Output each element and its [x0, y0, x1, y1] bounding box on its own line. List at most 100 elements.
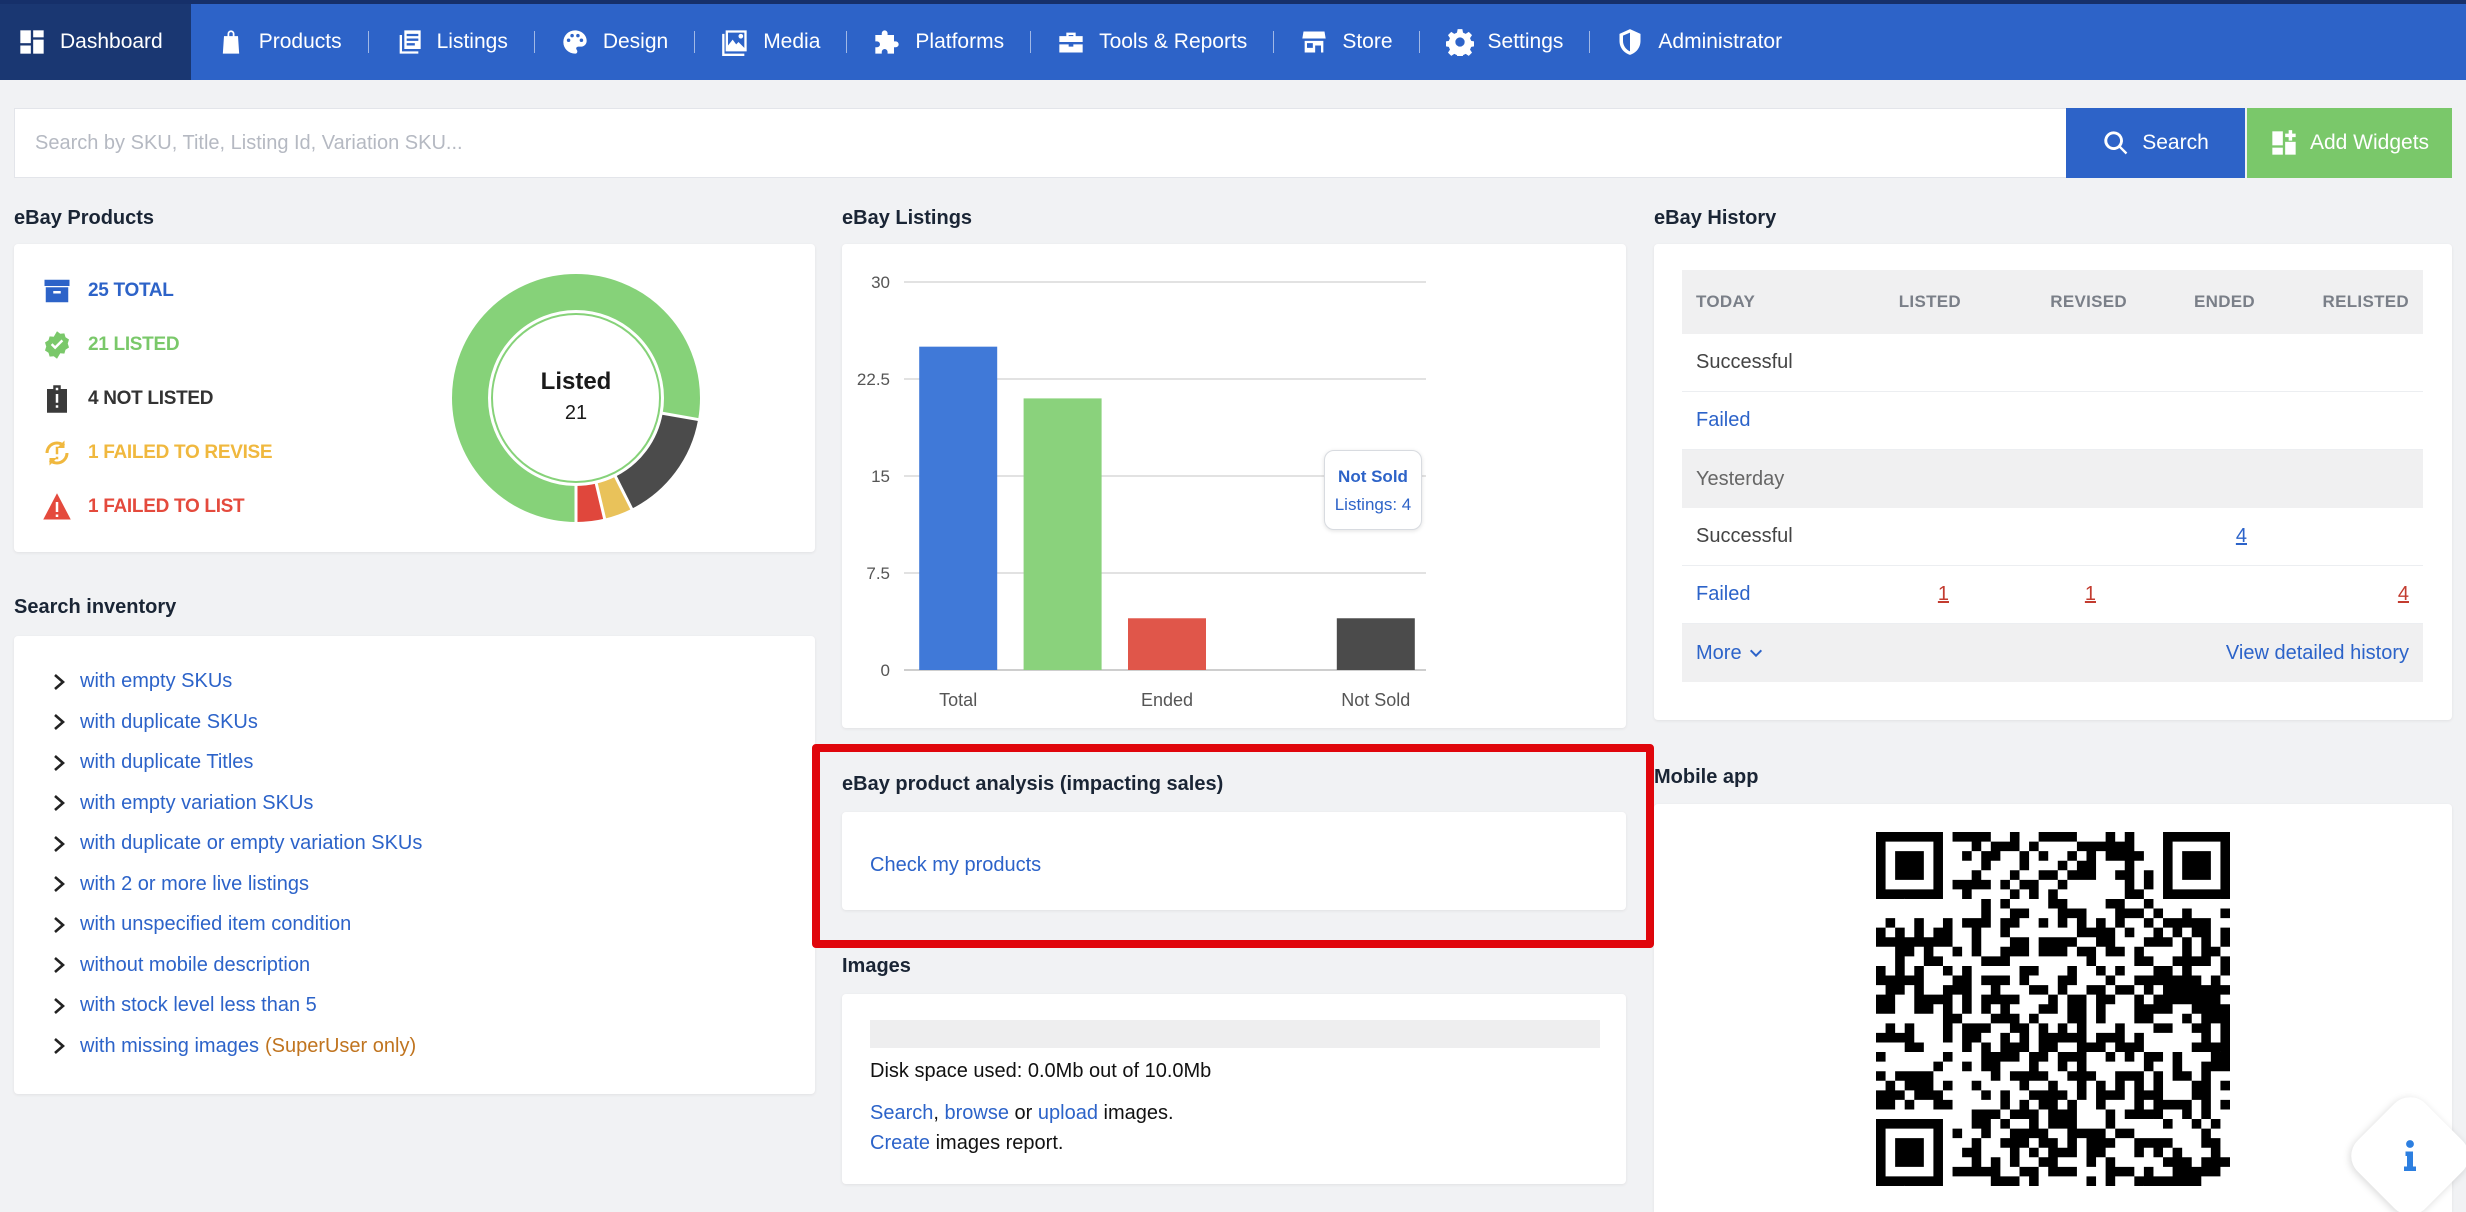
successful-ended-count-link[interactable]: 4: [2236, 525, 2247, 548]
images-search-link[interactable]: Search: [870, 1102, 933, 1124]
nav-settings[interactable]: Settings: [1420, 4, 1590, 80]
top-navigation: Dashboard Products Listings Design Media…: [0, 0, 2466, 80]
chevron-right-icon: [54, 795, 65, 811]
x-tick-label: Total: [939, 690, 977, 710]
nav-label: Products: [258, 30, 342, 53]
tooltip-title: Not Sold: [1338, 467, 1408, 486]
nav-label: Platforms: [915, 30, 1005, 53]
products-failed-list[interactable]: 1 FAILED TO LIST: [42, 492, 245, 522]
nav-administrator[interactable]: Administrator: [1590, 4, 1808, 80]
add-widgets-label: Add Widgets: [2309, 131, 2430, 154]
or-text: or: [1014, 1102, 1033, 1124]
ebay-products-card: 25 TOTAL 21 LISTED 4 NOT LISTED 1 FAILED…: [14, 244, 815, 552]
row-label-failed-link[interactable]: Failed: [1696, 583, 1750, 606]
donut-center-value: 21: [564, 402, 588, 424]
inventory-item[interactable]: with 2 or more live listings: [52, 873, 309, 896]
inventory-item[interactable]: with duplicate Titles: [52, 751, 253, 774]
inventory-item[interactable]: with unspecified item condition: [52, 913, 351, 936]
nav-tools-reports[interactable]: Tools & Reports: [1031, 4, 1273, 80]
y-tick-label: 30: [871, 273, 890, 292]
create-report-link[interactable]: Create: [870, 1132, 930, 1154]
y-tick-label: 22.5: [857, 370, 890, 389]
qr-modules: [1876, 832, 2230, 1186]
products-listed-label: 21 LISTED: [88, 334, 180, 355]
donut-inner-ring: [491, 313, 661, 483]
failed-revised-count-link[interactable]: 1: [2085, 583, 2096, 606]
failed-relisted-count-link[interactable]: 4: [2398, 583, 2409, 606]
nav-platforms[interactable]: Platforms: [847, 4, 1030, 80]
inventory-item[interactable]: with stock level less than 5: [52, 994, 317, 1017]
ebay-history-card: TODAY LISTED REVISED ENDED RELISTED Succ…: [1654, 244, 2452, 720]
nav-label: Administrator: [1658, 30, 1783, 53]
inventory-item-link[interactable]: with 2 or more live listings: [80, 873, 309, 896]
inventory-item-link[interactable]: with empty variation SKUs: [80, 792, 313, 815]
x-tick-label: Ended: [1141, 690, 1193, 710]
nav-label: Dashboard: [60, 30, 163, 53]
search-icon: [2104, 131, 2128, 155]
products-failed-revise[interactable]: 1 FAILED TO REVISE: [42, 438, 273, 468]
products-total[interactable]: 25 TOTAL: [42, 276, 174, 306]
images-report-line: Create images report.: [870, 1132, 1063, 1155]
history-more-button[interactable]: More: [1696, 642, 1764, 665]
nav-products[interactable]: Products: [191, 4, 368, 80]
inventory-item-link[interactable]: with duplicate Titles: [80, 751, 253, 774]
history-row-today-failed: Failed: [1682, 392, 2423, 450]
images-card: Disk space used: 0.0Mb out of 10.0Mb Sea…: [842, 994, 1626, 1184]
listings-icon: [399, 30, 421, 54]
view-detailed-history-link[interactable]: View detailed history: [2226, 642, 2409, 665]
nav-media[interactable]: Media: [695, 4, 846, 80]
nav-label: Design: [602, 30, 669, 53]
bar-listed: [1023, 398, 1102, 670]
products-not-listed[interactable]: 4 NOT LISTED: [42, 384, 214, 414]
history-row-yesterday: Yesterday: [1682, 450, 2423, 508]
nav-design[interactable]: Design: [535, 4, 694, 80]
inventory-item-link[interactable]: with empty SKUs: [80, 670, 232, 693]
nav-label: Media: [763, 30, 821, 53]
products-not-listed-label: 4 NOT LISTED: [88, 388, 214, 409]
row-label-yesterday: Yesterday: [1696, 467, 1785, 490]
nav-dashboard[interactable]: Dashboard: [0, 4, 191, 80]
search-bar: [14, 108, 2067, 178]
inventory-item[interactable]: with empty SKUs: [52, 670, 232, 693]
inventory-item-link[interactable]: without mobile description: [80, 954, 310, 977]
images-upload-link[interactable]: upload: [1038, 1102, 1098, 1124]
ebay-listings-title: eBay Listings: [842, 207, 973, 229]
inventory-item[interactable]: with duplicate or empty variation SKUs: [52, 832, 422, 855]
toolbox-icon: [1059, 32, 1083, 53]
nav-store[interactable]: Store: [1274, 4, 1418, 80]
tooltip-text: Listings: 4: [1334, 495, 1412, 514]
row-label-failed-link[interactable]: Failed: [1696, 409, 1750, 432]
chevron-right-icon: [54, 997, 65, 1014]
shield-icon: [1619, 29, 1641, 55]
inventory-item[interactable]: with duplicate SKUs: [52, 711, 258, 734]
search-button[interactable]: Search: [2066, 108, 2245, 178]
chevron-right-icon: [54, 1038, 65, 1054]
search-inventory-card: with empty SKUs with duplicate SKUs with d…: [14, 636, 815, 1094]
inventory-item[interactable]: with empty variation SKUs: [52, 792, 313, 815]
products-failed-revise-label: 1 FAILED TO REVISE: [88, 442, 273, 463]
inventory-item-link[interactable]: with missing images: [80, 1035, 259, 1058]
nav-listings[interactable]: Listings: [369, 4, 534, 80]
refresh-alert-icon: [45, 440, 69, 466]
history-row-yesterday-failed: Failed 1 1 4: [1682, 566, 2423, 624]
qr-code-icon[interactable]: [1876, 832, 2230, 1186]
inventory-item[interactable]: without mobile description: [52, 954, 310, 977]
inventory-item-link[interactable]: with unspecified item condition: [80, 913, 351, 936]
inventory-item[interactable]: with missing images (SuperUser only): [52, 1035, 416, 1058]
bar-total: [919, 346, 998, 670]
bar-not-sold: [1336, 618, 1415, 670]
inventory-item-link[interactable]: with stock level less than 5: [80, 994, 317, 1017]
mobile-app-card: [1654, 804, 2452, 1212]
add-widgets-button[interactable]: Add Widgets: [2247, 108, 2452, 178]
widgets-icon: [2272, 130, 2296, 155]
images-browse-link[interactable]: browse: [945, 1102, 1009, 1124]
nav-label: Store: [1342, 30, 1393, 53]
inventory-item-link[interactable]: with duplicate SKUs: [80, 711, 258, 734]
comma-text: ,: [933, 1102, 939, 1124]
inventory-item-link[interactable]: with duplicate or empty variation SKUs: [80, 832, 422, 855]
header-listed: LISTED: [1898, 292, 1961, 311]
search-input[interactable]: [15, 109, 2067, 177]
disk-usage-bar: [870, 1020, 1600, 1048]
failed-listed-count-link[interactable]: 1: [1938, 583, 1949, 606]
products-listed[interactable]: 21 LISTED: [42, 330, 180, 360]
